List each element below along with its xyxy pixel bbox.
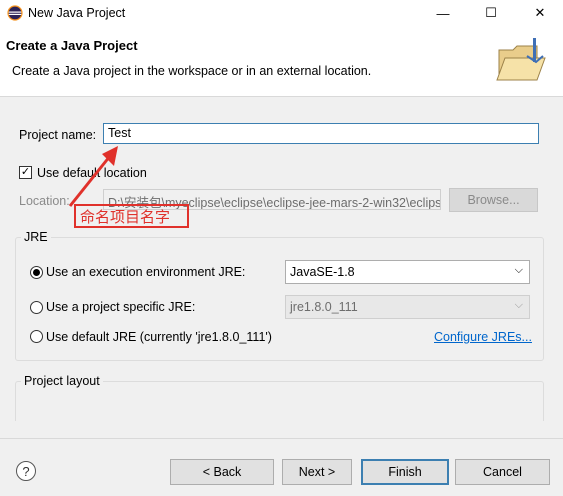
wizard-title: Create a Java Project (6, 38, 138, 53)
project-specific-jre-radio[interactable] (30, 301, 43, 314)
default-jre-label: Use default JRE (currently 'jre1.8.0_111… (46, 330, 272, 344)
browse-button: Browse... (449, 188, 538, 212)
execution-environment-radio[interactable] (30, 266, 43, 279)
minimize-button[interactable]: — (420, 0, 466, 26)
annotation-text: 命名项目名字 (80, 209, 171, 226)
cancel-button[interactable]: Cancel (455, 459, 550, 485)
window-title: New Java Project (28, 6, 126, 20)
project-specific-jre-combo: jre1.8.0_111 ⌵ (285, 295, 530, 319)
help-icon[interactable]: ? (16, 461, 36, 481)
next-button[interactable]: Next > (282, 459, 352, 485)
footer-separator (0, 438, 563, 439)
project-specific-jre-label: Use a project specific JRE: (46, 300, 196, 314)
maximize-button[interactable]: ☐ (468, 0, 514, 26)
default-jre-radio[interactable] (30, 330, 43, 343)
back-button[interactable]: < Back (170, 459, 274, 485)
finish-button[interactable]: Finish (361, 459, 449, 485)
use-default-location-checkbox[interactable]: ✓ (19, 166, 32, 179)
eclipse-app-icon (7, 5, 23, 21)
new-java-project-folder-icon (496, 38, 546, 81)
execution-environment-combo[interactable]: JavaSE-1.8 ⌵ (285, 260, 530, 284)
jre-group-title: JRE (21, 230, 51, 244)
wizard-header (0, 26, 563, 97)
annotation-arrow-icon (68, 146, 118, 207)
project-specific-jre-value: jre1.8.0_111 (290, 300, 358, 314)
execution-environment-label: Use an execution environment JRE: (46, 265, 246, 279)
chevron-down-icon: ⌵ (514, 264, 523, 276)
configure-jres-link[interactable]: Configure JREs... (434, 330, 532, 344)
close-button[interactable]: ✕ (517, 0, 563, 26)
execution-environment-value: JavaSE-1.8 (290, 265, 355, 279)
wizard-description: Create a Java project in the workspace o… (12, 64, 372, 78)
chevron-down-icon: ⌵ (514, 299, 523, 311)
project-layout-group-title: Project layout (21, 374, 103, 388)
project-name-input[interactable]: Test (103, 123, 539, 144)
